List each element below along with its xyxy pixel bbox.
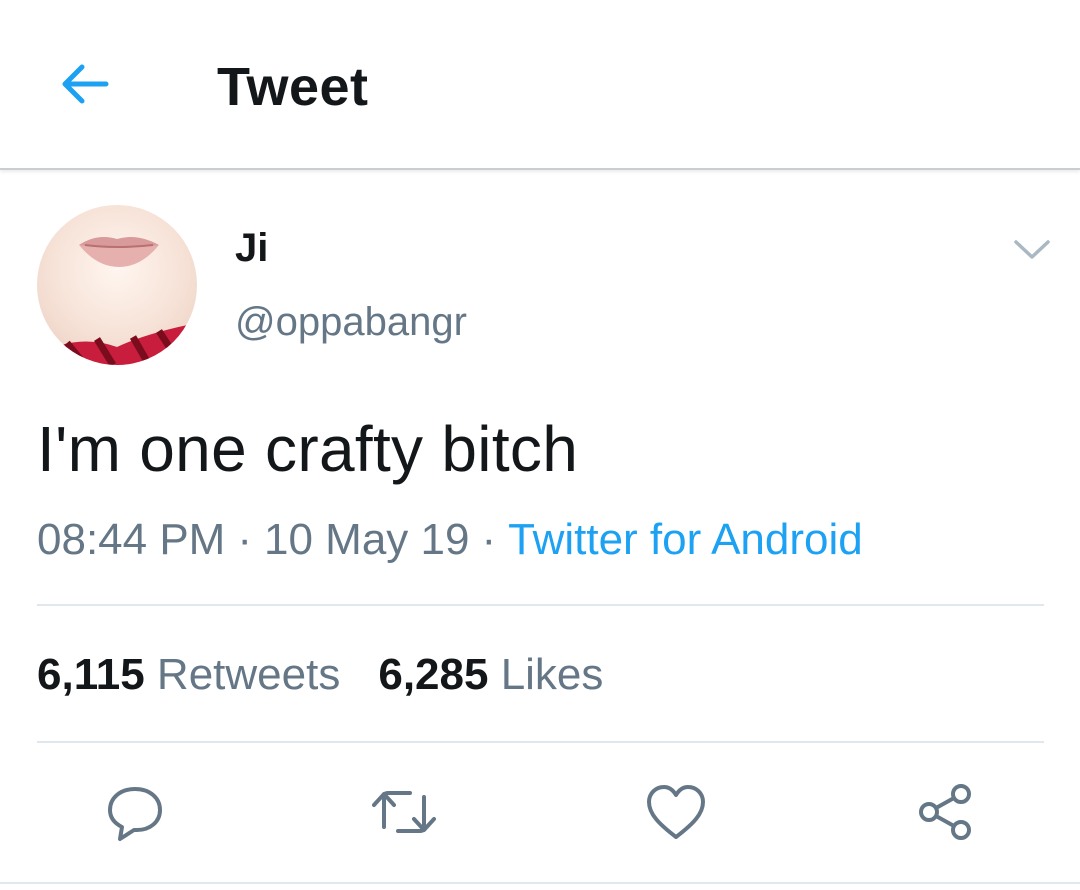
page-title: Tweet (217, 57, 369, 117)
retweet-button[interactable] (368, 776, 440, 848)
author-handle[interactable]: @oppabangr (235, 300, 467, 345)
meta-separator: · (481, 515, 497, 564)
likes-count: 6,285 (378, 650, 489, 699)
tweet-date: 10 May 19 (264, 515, 470, 564)
avatar-image (37, 237, 197, 365)
arrow-left-icon (62, 64, 109, 104)
chevron-down-icon (1014, 240, 1050, 259)
reply-button[interactable] (99, 776, 171, 848)
tweet-source-link[interactable]: Twitter for Android (508, 515, 863, 564)
reply-icon (108, 787, 162, 841)
author-name[interactable]: Ji (235, 226, 268, 271)
more-options-button[interactable] (1010, 230, 1054, 270)
divider (37, 741, 1044, 743)
retweets-count: 6,115 (37, 650, 145, 699)
retweets-label: Retweets (156, 650, 341, 699)
tweet-stats: 6,115 Retweets 6,285 Likes (37, 650, 603, 700)
like-button[interactable] (640, 776, 712, 848)
meta-separator: · (237, 515, 252, 564)
likes-label: Likes (500, 650, 604, 699)
like-icon (647, 785, 705, 839)
share-icon (919, 784, 971, 840)
avatar[interactable] (37, 205, 197, 365)
tweet-meta: 08:44 PM · 10 May 19 · Twitter for Android (37, 515, 863, 565)
tweet-text: I'm one crafty bitch (37, 413, 579, 485)
back-button[interactable] (52, 52, 116, 116)
divider (0, 882, 1080, 884)
likes-stat[interactable]: 6,285 Likes (378, 650, 603, 699)
app-header: Tweet (0, 0, 1080, 170)
retweet-icon (372, 791, 436, 833)
retweets-stat[interactable]: 6,115 Retweets (37, 650, 340, 699)
share-button[interactable] (909, 776, 981, 848)
tweet-time: 08:44 PM (37, 515, 226, 564)
divider (37, 604, 1044, 606)
